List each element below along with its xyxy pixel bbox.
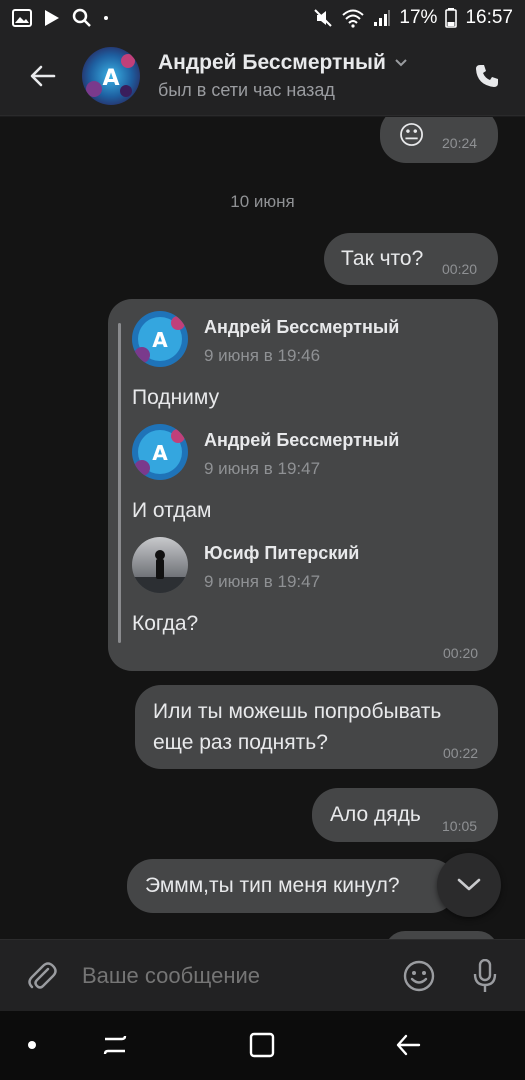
back-button[interactable] — [20, 54, 64, 98]
forward-author[interactable]: Андрей Бессмертный — [204, 317, 399, 338]
signal-icon — [374, 10, 391, 26]
contact-status: был в сети час назад — [158, 79, 335, 100]
svg-text:A: A — [102, 66, 119, 91]
message-time: 00:20 — [443, 645, 479, 661]
smile-icon — [403, 960, 435, 991]
gallery-icon — [12, 9, 32, 27]
play-store-icon — [45, 10, 59, 26]
forward-author[interactable]: Юсиф Питерский — [204, 543, 359, 564]
contact-avatar[interactable]: A — [82, 46, 140, 105]
message-bubble-emoji[interactable]: 😐 20:24 — [380, 117, 498, 163]
forward-quote-bar — [118, 323, 121, 643]
dot-icon — [28, 1041, 36, 1049]
system-navigation-bar — [0, 1011, 525, 1080]
chevron-down-icon — [457, 878, 481, 891]
system-back-button[interactable] — [388, 1027, 428, 1063]
contact-info[interactable]: Андрей Бессмертный был в сети час назад — [158, 51, 465, 101]
forward-author[interactable]: Андрей Бессмертный — [204, 430, 399, 451]
message-bubble[interactable]: Ало дядь 10:05 — [312, 788, 498, 842]
call-button[interactable] — [465, 54, 509, 98]
forwarded-messages-bubble[interactable]: A Андрей Бессмертный 9 июня в 19:46 Подн… — [108, 299, 498, 671]
paperclip-icon — [28, 961, 57, 989]
forward-text: Подниму — [132, 386, 220, 409]
scroll-down-button[interactable] — [437, 853, 501, 917]
svg-text:A: A — [152, 441, 168, 465]
microphone-button[interactable] — [463, 954, 507, 998]
message-time: 00:22 — [443, 745, 479, 761]
mute-icon — [314, 9, 333, 27]
clock: 16:57 — [465, 7, 513, 28]
chat-header: A Андрей Бессмертный был в сети час наза… — [0, 36, 525, 116]
search-icon — [72, 8, 91, 27]
wifi-icon — [342, 9, 365, 28]
message-input[interactable] — [82, 953, 397, 998]
message-time: 00:20 — [442, 261, 478, 277]
avatar[interactable] — [132, 537, 188, 593]
message-bubble[interactable]: Или ты можешь попробывать еще раз поднят… — [135, 685, 498, 769]
home-button[interactable] — [242, 1027, 282, 1063]
recent-apps-icon — [103, 1035, 127, 1055]
message-composer — [0, 939, 525, 1011]
phone-icon — [476, 64, 498, 87]
message-time: 10:05 — [442, 818, 478, 834]
message-bubble[interactable]: Эммм,ты тип меня кинул? — [127, 859, 457, 913]
attach-button[interactable] — [20, 954, 64, 998]
forward-date: 9 июня в 19:47 — [204, 459, 321, 478]
message-time: 20:24 — [442, 135, 478, 151]
emoji-button[interactable] — [397, 954, 441, 998]
svg-text:A: A — [152, 328, 168, 352]
avatar[interactable]: A — [132, 424, 188, 480]
recent-apps-button[interactable] — [95, 1027, 135, 1063]
battery-icon — [445, 8, 458, 28]
emoji-message: 😐 — [398, 121, 426, 151]
date-separator: 10 июня — [230, 192, 295, 211]
avatar[interactable]: A — [132, 311, 188, 367]
message-text-line: Или ты можешь попробывать — [153, 700, 442, 723]
message-list[interactable]: 😐 20:24 10 июня Так что? 00:20 A Андрей … — [0, 117, 525, 939]
message-text-line: еще раз поднять? — [153, 731, 328, 754]
battery-percent: 17% — [399, 7, 438, 28]
forward-date: 9 июня в 19:47 — [204, 572, 321, 591]
forward-text: И отдам — [132, 499, 212, 522]
message-text: Так что? — [341, 247, 424, 270]
home-square-icon — [249, 1032, 275, 1058]
message-text: Эммм,ты тип меня кинул? — [145, 874, 400, 897]
back-arrow-icon — [396, 1034, 421, 1056]
forward-text: Когда? — [132, 612, 199, 635]
contact-name: Андрей Бессмертный — [158, 50, 386, 74]
message-text: Ало дядь — [330, 803, 421, 826]
chevron-down-icon — [395, 58, 407, 66]
arrow-left-icon — [30, 65, 56, 86]
message-bubble[interactable]: Так что? 00:20 — [324, 233, 498, 285]
notification-dot — [104, 16, 108, 20]
status-bar: 17% 16:57 — [0, 0, 525, 36]
forward-date: 9 июня в 19:46 — [204, 346, 321, 365]
message-bubble-partial[interactable] — [385, 931, 498, 939]
nav-dot-button[interactable] — [12, 1027, 52, 1063]
microphone-icon — [473, 958, 497, 992]
